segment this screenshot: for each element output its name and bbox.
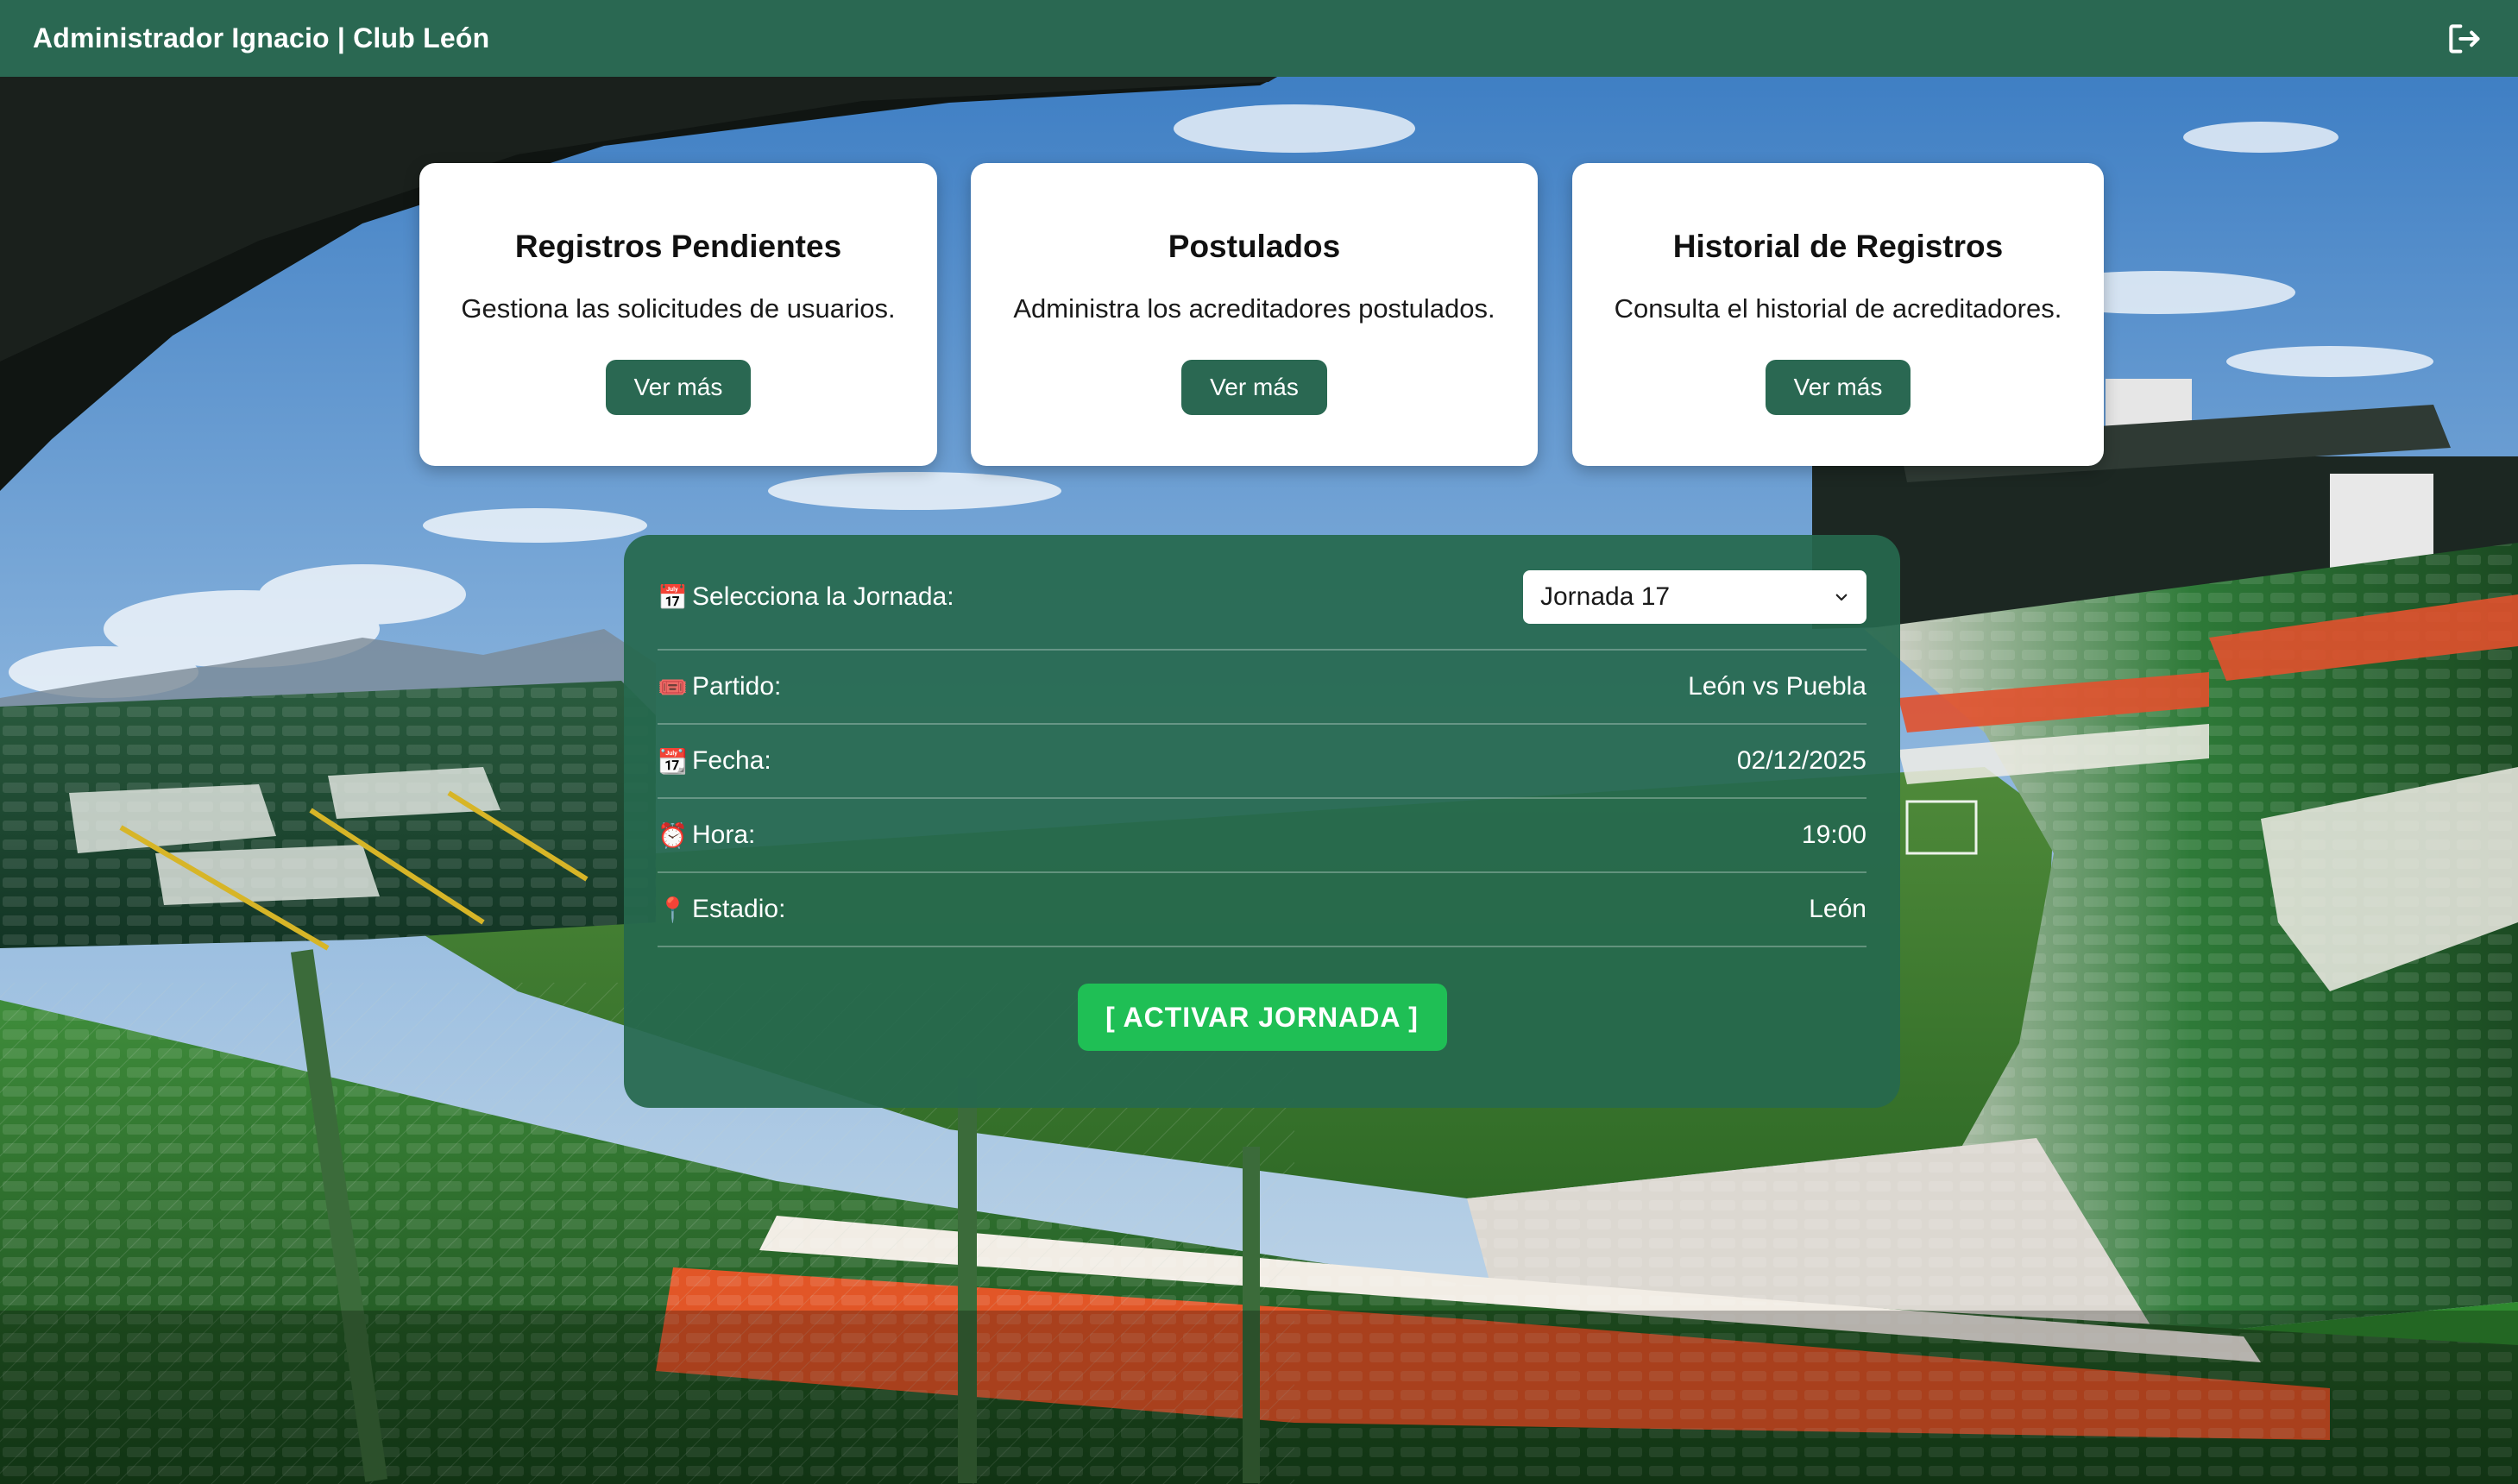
card-registros-pendientes: Registros Pendientes Gestiona las solici… [419, 163, 937, 466]
hora-label: Hora: [692, 821, 756, 849]
chevron-down-icon [1835, 594, 1848, 601]
card-title: Historial de Registros [1672, 229, 2004, 264]
jornada-select[interactable]: Jornada 17 [1523, 570, 1866, 624]
partido-row: 🎟️ Partido: León vs Puebla [658, 651, 1866, 725]
card-description: Administra los acreditadores postulados. [1013, 293, 1495, 324]
jornada-select-row: 📅 Selecciona la Jornada: Jornada 17 [658, 535, 1866, 651]
card-postulados: Postulados Administra los acreditadores … [971, 163, 1538, 466]
estadio-row: 📍 Estadio: León [658, 873, 1866, 947]
ver-mas-historial-button[interactable]: Ver más [1765, 360, 1911, 415]
calendar-icon: 📅 [658, 583, 688, 611]
fecha-row: 📆 Fecha: 02/12/2025 [658, 725, 1866, 799]
ticket-icon: 🎟️ [658, 673, 688, 701]
card-description: Gestiona las solicitudes de usuarios. [461, 293, 896, 324]
activar-jornada-button[interactable]: [ ACTIVAR JORNADA ] [1077, 984, 1447, 1051]
card-historial-registros: Historial de Registros Consulta el histo… [1572, 163, 2104, 466]
page-title: Administrador Ignacio | Club León [33, 22, 490, 53]
estadio-value: León [1809, 895, 1866, 923]
partido-value: León vs Puebla [1688, 672, 1866, 701]
ver-mas-pendientes-button[interactable]: Ver más [605, 360, 752, 415]
card-title: Registros Pendientes [514, 229, 842, 264]
alarm-clock-icon: ⏰ [658, 821, 688, 849]
fecha-label: Fecha: [692, 746, 771, 775]
logout-icon [2449, 23, 2480, 53]
jornada-selected-value: Jornada 17 [1540, 582, 1671, 611]
hora-row: ⏰ Hora: 19:00 [658, 799, 1866, 873]
fecha-value: 02/12/2025 [1736, 746, 1866, 775]
estadio-label: Estadio: [692, 895, 786, 923]
ver-mas-postulados-button[interactable]: Ver más [1181, 360, 1327, 415]
jornada-panel: 📅 Selecciona la Jornada: Jornada 17 🎟️ P… [624, 535, 1900, 1108]
location-pin-icon: 📍 [658, 896, 688, 923]
calendar-date-icon: 📆 [658, 747, 688, 775]
logout-button[interactable] [2444, 19, 2483, 59]
jornada-select-label: Selecciona la Jornada: [692, 582, 954, 611]
card-description: Consulta el historial de acreditadores. [1614, 293, 2062, 324]
partido-label: Partido: [692, 672, 782, 701]
card-title: Postulados [1168, 229, 1341, 264]
hora-value: 19:00 [1801, 821, 1866, 849]
top-bar: Administrador Ignacio | Club León [0, 0, 2518, 77]
